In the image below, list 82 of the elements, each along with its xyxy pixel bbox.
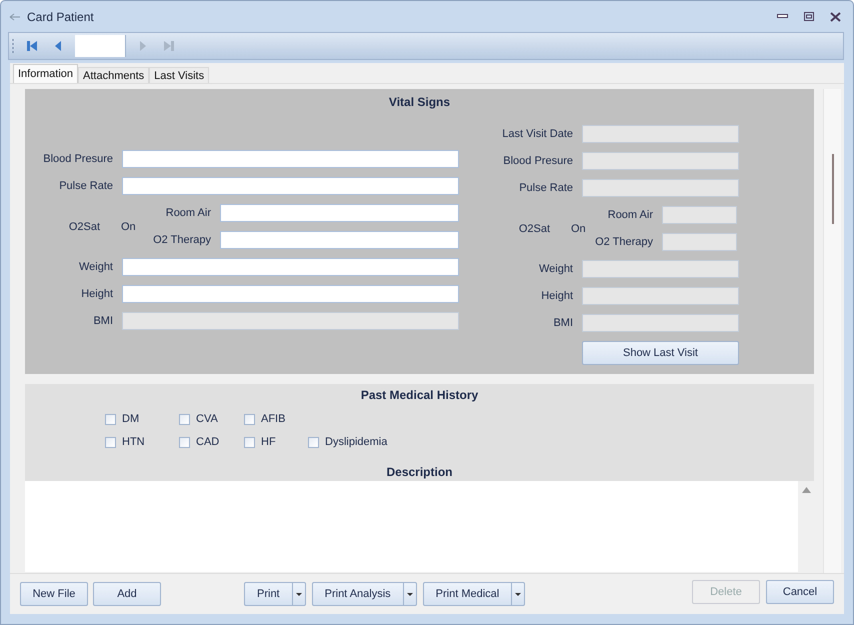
split-button[interactable]: Print Analysis xyxy=(312,582,417,606)
checkbox-box[interactable] xyxy=(105,414,116,424)
split-button[interactable]: Print Medical xyxy=(422,582,526,606)
field-label: BMI xyxy=(92,315,113,327)
text-field[interactable] xyxy=(662,206,737,224)
footer-button[interactable]: New File xyxy=(20,582,88,606)
section-title: Past Medical History xyxy=(360,387,480,404)
checkbox[interactable]: Dyslipidemia xyxy=(308,434,814,450)
field-label: Height xyxy=(80,288,113,300)
checkbox-label: CAD xyxy=(196,436,220,448)
split-button[interactable]: Print xyxy=(244,582,306,606)
field-label: Blood Presure xyxy=(42,153,113,165)
text-field[interactable] xyxy=(220,231,459,249)
split-button-label[interactable]: Print Medical xyxy=(424,583,512,605)
dropdown-arrow-icon[interactable] xyxy=(402,583,416,605)
text-field[interactable] xyxy=(122,177,459,195)
field-label: Blood Presure xyxy=(502,155,573,167)
field-label: Room Air xyxy=(164,207,211,219)
checkbox-box[interactable] xyxy=(105,436,116,448)
checkbox[interactable]: CVA xyxy=(179,411,244,427)
window-title: Card Patient xyxy=(27,10,94,24)
checkbox[interactable]: AFIB xyxy=(244,411,308,427)
field-label: O2 Therapy xyxy=(594,236,653,248)
section-title: Description xyxy=(385,464,454,481)
field-label: Pulse Rate xyxy=(58,180,113,192)
checkbox-box[interactable] xyxy=(244,436,255,448)
field-label: Height xyxy=(540,290,573,302)
skip-back-icon[interactable] xyxy=(25,39,39,53)
text-field[interactable] xyxy=(582,260,739,278)
app-icon xyxy=(9,12,21,22)
tab[interactable]: Last Visits xyxy=(149,67,210,83)
text-field[interactable] xyxy=(582,152,739,170)
field-label: O2Sat xyxy=(518,222,550,234)
field-label: Weight xyxy=(538,263,573,275)
checkbox[interactable]: DM xyxy=(105,411,179,427)
checkbox-box[interactable] xyxy=(179,436,190,448)
text-field[interactable] xyxy=(122,312,459,330)
text-field[interactable] xyxy=(582,314,739,332)
text-field[interactable] xyxy=(122,258,459,276)
checkbox-label: HTN xyxy=(122,436,145,448)
text-field[interactable] xyxy=(662,233,737,251)
checkbox-label: Dyslipidemia xyxy=(325,436,388,448)
checkbox-box[interactable] xyxy=(244,414,255,424)
tab[interactable]: Information xyxy=(13,64,78,83)
checkbox[interactable]: CAD xyxy=(179,434,244,450)
field-label: Room Air xyxy=(606,209,653,221)
field-label: On xyxy=(571,222,587,234)
checkbox-label: AFIB xyxy=(261,413,286,425)
scroll-up-icon[interactable] xyxy=(802,487,810,493)
checkbox[interactable]: HTN xyxy=(105,434,179,450)
minimize-icon[interactable] xyxy=(777,14,788,19)
text-field[interactable] xyxy=(582,125,739,143)
checkbox-label: DM xyxy=(122,413,140,425)
maximize-icon[interactable] xyxy=(804,12,814,21)
section-title: Vital Signs xyxy=(388,94,452,111)
text-field[interactable] xyxy=(582,179,739,197)
field-label: O2Sat xyxy=(68,220,100,232)
text-field[interactable] xyxy=(122,285,459,303)
footer-button[interactable]: Cancel xyxy=(766,580,834,604)
field-label: BMI xyxy=(552,317,573,329)
field-label: Pulse Rate xyxy=(518,182,573,194)
field-label: Weight xyxy=(78,261,113,273)
scroll-thumb[interactable] xyxy=(832,154,834,224)
tab[interactable]: Attachments xyxy=(78,67,150,83)
show-last-visit-button[interactable]: Show Last Visit xyxy=(582,340,739,364)
record-field[interactable] xyxy=(75,35,126,57)
dropdown-arrow-icon[interactable] xyxy=(292,583,305,605)
close-icon[interactable] xyxy=(830,12,841,22)
field-label: O2 Therapy xyxy=(152,234,211,246)
text-field[interactable] xyxy=(122,150,459,168)
checkbox-label: HF xyxy=(261,436,276,448)
field-label: On xyxy=(121,220,137,232)
checkbox-box[interactable] xyxy=(179,414,190,424)
field-label: Last Visit Date xyxy=(501,128,573,140)
split-button-label[interactable]: Print Analysis xyxy=(312,583,403,605)
checkbox[interactable]: HF xyxy=(244,434,308,450)
text-field[interactable] xyxy=(582,287,739,305)
checkbox-box[interactable] xyxy=(308,436,319,448)
text-field[interactable] xyxy=(220,204,459,222)
checkbox-label: CVA xyxy=(196,413,218,425)
split-button-label[interactable]: Print xyxy=(245,583,292,605)
footer-button[interactable]: Add xyxy=(93,582,161,606)
